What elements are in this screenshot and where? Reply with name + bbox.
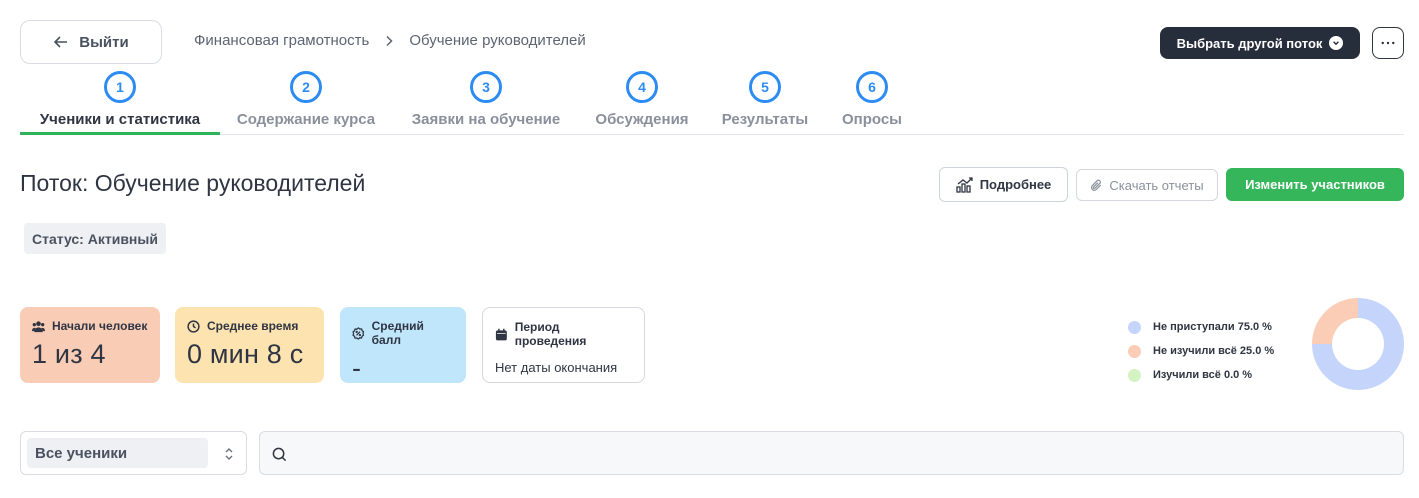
tab-label: Заявки на обучение	[411, 111, 561, 128]
choose-stream-button[interactable]: Выбрать другой поток	[1160, 27, 1360, 59]
tab-requests[interactable]: 3 Заявки на обучение	[408, 70, 564, 135]
status-badge: Статус: Активный	[24, 223, 166, 254]
tab-number-badge: 1	[104, 71, 136, 103]
tab-label: Результаты	[721, 111, 809, 128]
stat-value: 0 мин 8 с	[187, 339, 304, 369]
donut-slice-1	[1312, 298, 1358, 344]
stat-label: Период проведения	[514, 320, 587, 348]
breadcrumb: Финансовая грамотность Обучение руководи…	[194, 32, 586, 49]
download-reports-button[interactable]: Скачать отчеты	[1076, 169, 1218, 201]
search-input[interactable]	[259, 431, 1404, 475]
tab-results[interactable]: 5 Результаты	[720, 70, 810, 135]
tab-surveys[interactable]: 6 Опросы	[840, 70, 904, 135]
students-filter-select[interactable]: Все ученики	[20, 431, 247, 475]
arrow-left-icon	[54, 36, 68, 48]
exit-button[interactable]: Выйти	[20, 20, 162, 64]
legend-item: Изучили всё 0.0 %	[1128, 363, 1274, 387]
legend-swatch	[1128, 344, 1141, 358]
legend-item: Не приступали 75.0 %	[1128, 315, 1274, 339]
choose-stream-label: Выбрать другой поток	[1176, 35, 1323, 51]
more-options-button[interactable]	[1372, 27, 1404, 59]
tab-students-stats[interactable]: 1 Ученики и статистика	[20, 70, 220, 135]
legend-swatch	[1128, 320, 1141, 334]
search-icon	[272, 447, 287, 462]
stat-label: Средний балл	[371, 319, 424, 347]
more-horizontal-icon	[1381, 41, 1395, 45]
tab-number-badge: 5	[749, 71, 781, 103]
tab-bar: 1 Ученики и статистика 2 Содержание курс…	[20, 70, 1404, 135]
download-reports-label: Скачать отчеты	[1109, 177, 1204, 193]
tab-course-content[interactable]: 2 Содержание курса	[234, 70, 378, 135]
calendar-icon	[495, 328, 507, 340]
students-filter-value: Все ученики	[27, 438, 208, 468]
clock-icon	[187, 319, 200, 333]
legend-swatch	[1128, 368, 1141, 382]
tab-label: Обсуждения	[595, 111, 689, 128]
chart-legend: Не приступали 75.0 % Не изучили всё 25.0…	[1128, 315, 1274, 387]
stat-card-period: Период проведения Нет даты окончания	[482, 307, 645, 383]
stat-value: Нет даты окончания	[495, 360, 618, 375]
stat-card-started: Начали человек 1 из 4	[20, 307, 160, 383]
edit-members-button[interactable]: Изменить участников	[1226, 168, 1404, 201]
legend-item: Не изучили всё 25.0 %	[1128, 339, 1274, 363]
stat-label: Среднее время	[207, 319, 299, 333]
stat-value: 1 из 4	[32, 339, 106, 369]
score-icon	[352, 326, 365, 340]
tab-number-badge: 4	[626, 71, 658, 103]
tab-discussions[interactable]: 4 Обсуждения	[593, 70, 691, 135]
details-button[interactable]: Подробнее	[939, 167, 1068, 202]
tab-number-badge: 2	[290, 71, 322, 103]
users-icon	[32, 320, 45, 332]
details-button-label: Подробнее	[979, 177, 1052, 192]
tab-number-badge: 6	[856, 71, 888, 103]
stat-card-avg-score: Средний балл -	[340, 307, 466, 383]
exit-button-label: Выйти	[79, 33, 129, 51]
chart-growth-icon	[956, 176, 973, 193]
breadcrumb-course[interactable]: Финансовая грамотность	[194, 32, 369, 49]
tab-number-badge: 3	[470, 71, 502, 103]
breadcrumb-stream: Обучение руководителей	[409, 32, 586, 49]
tab-label: Опросы	[841, 111, 902, 128]
legend-label: Не приступали 75.0 %	[1153, 321, 1272, 333]
tab-label: Ученики и статистика	[39, 111, 201, 128]
stat-value: -	[352, 353, 362, 383]
paperclip-icon	[1091, 179, 1102, 191]
chevron-right-icon	[386, 35, 393, 46]
chevron-down-icon	[1329, 36, 1344, 50]
page-title: Поток: Обучение руководителей	[20, 170, 366, 196]
stat-label: Начали человек	[52, 319, 148, 333]
tab-label: Содержание курса	[236, 111, 376, 128]
select-arrows-icon	[225, 448, 233, 460]
progress-donut-chart	[1312, 298, 1404, 390]
legend-label: Не изучили всё 25.0 %	[1153, 345, 1275, 357]
legend-label: Изучили всё 0.0 %	[1153, 369, 1253, 381]
stat-card-avg-time: Среднее время 0 мин 8 с	[175, 307, 324, 383]
